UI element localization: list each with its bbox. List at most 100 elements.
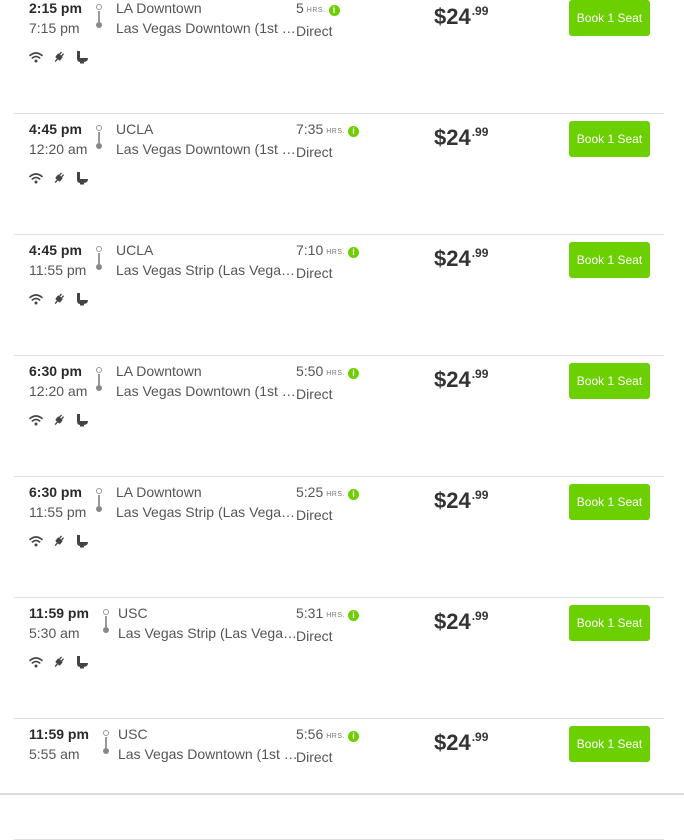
trip-stops: LA Downtown Las Vegas Downtown (1st St) — [116, 361, 298, 401]
power-plug-icon — [52, 655, 66, 669]
price-cents: .99 — [471, 609, 489, 623]
info-icon[interactable]: i — [347, 368, 359, 379]
trip-row: 4:45 pm 11:55 pm UCLA Las Vegas Strip (L… — [14, 234, 664, 356]
trip-price: $24.99 — [434, 125, 488, 151]
destination-stop: Las Vegas Downtown (1st St) — [116, 20, 298, 36]
arrival-time: 11:55 pm — [29, 504, 87, 520]
destination-stop: Las Vegas Downtown (1st St) — [116, 383, 298, 399]
trip-times: 6:30 pm 11:55 pm — [29, 482, 99, 522]
price-dollars: $24 — [434, 488, 471, 513]
departure-time: 6:30 pm — [29, 363, 82, 379]
origin-stop: LA Downtown — [116, 484, 202, 500]
wifi-icon — [29, 171, 43, 185]
duration-unit: HRS. — [326, 733, 345, 740]
restroom-icon — [75, 171, 89, 185]
duration-unit: HRS. — [326, 249, 345, 256]
arrival-time: 12:20 am — [29, 383, 88, 399]
book-seat-button[interactable]: Book 1 Seat — [569, 726, 650, 762]
arrival-time: 11:55 pm — [29, 262, 87, 278]
trip-price: $24.99 — [434, 4, 488, 30]
route-line-icon — [95, 125, 103, 149]
power-plug-icon — [52, 50, 66, 64]
info-icon[interactable]: i — [347, 126, 359, 137]
price-dollars: $24 — [434, 4, 471, 29]
price-dollars: $24 — [434, 125, 471, 150]
trip-row: 11:59 pm 5:55 am USC Las Vegas Downtown … — [14, 718, 664, 840]
trip-times: 4:45 pm 11:55 pm — [29, 240, 99, 280]
trip-duration: 7:10 HRS. i Direct — [296, 240, 386, 283]
trip-duration: 7:35 HRS. i Direct — [296, 119, 386, 162]
departure-time: 4:45 pm — [29, 242, 82, 258]
info-icon[interactable]: i — [347, 489, 359, 500]
destination-stop: Las Vegas Downtown (1st St) — [118, 746, 300, 762]
amenities — [29, 534, 98, 548]
route-line-icon — [95, 4, 103, 28]
duration-unit: HRS. — [326, 491, 345, 498]
info-icon[interactable]: i — [347, 247, 359, 258]
trip-price: $24.99 — [434, 367, 488, 393]
trip-row: 6:30 pm 12:20 am LA Downtown Las Vegas D… — [14, 355, 664, 477]
arrival-time: 5:30 am — [29, 625, 80, 641]
origin-stop: UCLA — [116, 242, 154, 258]
price-cents: .99 — [471, 125, 489, 139]
duration-value: 7:10 — [296, 242, 324, 258]
duration-value: 5 — [296, 0, 304, 16]
duration-unit: HRS. — [326, 370, 345, 377]
trip-duration: 5:25 HRS. i Direct — [296, 482, 386, 525]
departure-time: 2:15 pm — [29, 0, 82, 16]
wifi-icon — [29, 534, 43, 548]
trip-stops: UCLA Las Vegas Downtown (1st St) — [116, 119, 298, 159]
trip-price: $24.99 — [434, 730, 488, 756]
departure-time: 11:59 pm — [29, 605, 89, 621]
trip-stops: LA Downtown Las Vegas Downtown (1st St) — [116, 0, 298, 38]
trip-times: 4:45 pm 12:20 am — [29, 119, 99, 159]
origin-stop: UCLA — [116, 121, 154, 137]
book-seat-button[interactable]: Book 1 Seat — [569, 0, 650, 36]
trip-row: 4:45 pm 12:20 am UCLA Las Vegas Downtown… — [14, 113, 664, 235]
duration-unit: HRS. — [326, 612, 345, 619]
route-line-icon — [95, 246, 103, 270]
trip-duration: 5:50 HRS. i Direct — [296, 361, 386, 404]
arrival-time: 7:15 pm — [29, 20, 80, 36]
book-seat-button[interactable]: Book 1 Seat — [569, 605, 650, 641]
destination-stop: Las Vegas Strip (Las Vegas ... — [118, 625, 300, 641]
price-dollars: $24 — [434, 246, 471, 271]
duration-value: 5:56 — [296, 726, 324, 742]
duration-value: 5:25 — [296, 484, 324, 500]
route-line-icon — [102, 730, 110, 754]
power-plug-icon — [52, 534, 66, 548]
trip-price: $24.99 — [434, 246, 488, 272]
duration-value: 5:50 — [296, 363, 324, 379]
origin-stop: USC — [118, 726, 148, 742]
trip-stops: USC Las Vegas Strip (Las Vegas ... — [118, 603, 300, 643]
info-icon[interactable]: i — [347, 731, 359, 742]
book-seat-button[interactable]: Book 1 Seat — [569, 363, 650, 399]
route-line-icon — [102, 609, 110, 633]
trip-duration: 5:56 HRS. i Direct — [296, 724, 386, 767]
destination-stop: Las Vegas Strip (Las Vegas ... — [116, 504, 298, 520]
trip-times: 2:15 pm 7:15 pm — [29, 0, 99, 38]
trip-stops: LA Downtown Las Vegas Strip (Las Vegas .… — [116, 482, 298, 522]
stops-type: Direct — [296, 386, 333, 402]
price-dollars: $24 — [434, 609, 471, 634]
info-icon[interactable]: i — [328, 5, 340, 16]
amenities — [29, 413, 98, 427]
trip-times: 11:59 pm 5:30 am — [29, 603, 99, 643]
trip-duration: 5 HRS. i Direct — [296, 0, 386, 41]
book-seat-button[interactable]: Book 1 Seat — [569, 121, 650, 157]
book-seat-button[interactable]: Book 1 Seat — [569, 484, 650, 520]
trip-row: 11:59 pm 5:30 am USC Las Vegas Strip (La… — [14, 597, 664, 719]
book-seat-button[interactable]: Book 1 Seat — [569, 242, 650, 278]
duration-unit: HRS. — [306, 7, 326, 14]
restroom-icon — [75, 655, 89, 669]
trip-price: $24.99 — [434, 488, 488, 514]
wifi-icon — [29, 655, 43, 669]
duration-value: 7:35 — [296, 121, 324, 137]
trip-duration: 5:31 HRS. i Direct — [296, 603, 386, 646]
info-icon[interactable]: i — [347, 610, 359, 621]
trip-results-list: 2:15 pm 7:15 pm LA Downtown Las Vegas Do… — [0, 0, 684, 840]
price-dollars: $24 — [434, 730, 471, 755]
power-plug-icon — [52, 171, 66, 185]
wifi-icon — [29, 50, 43, 64]
duration-value: 5:31 — [296, 605, 324, 621]
